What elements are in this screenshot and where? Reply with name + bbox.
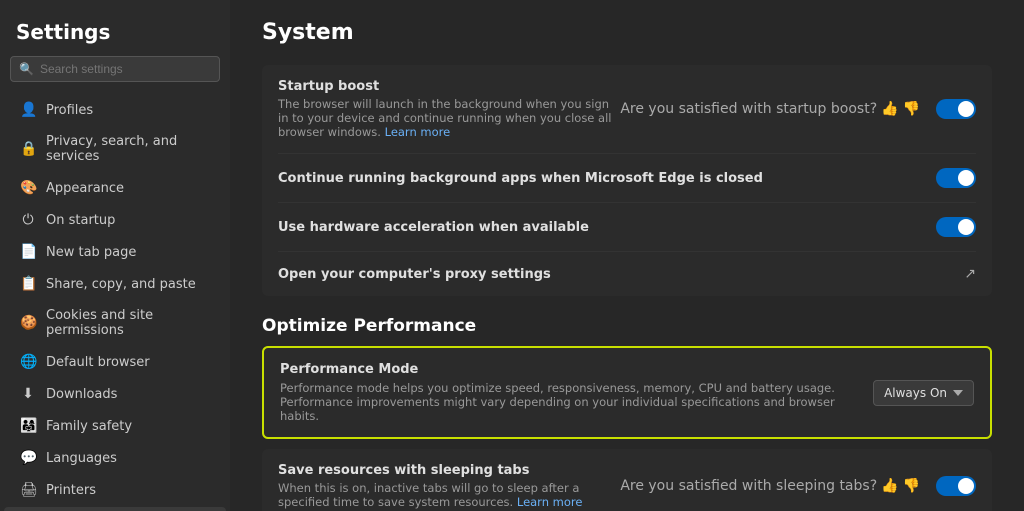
hardware-accel-toggle[interactable] — [936, 217, 976, 237]
sidebar-item-label: Languages — [46, 451, 117, 466]
sidebar-item-label: New tab page — [46, 245, 136, 260]
perf-mode-label: Performance Mode — [280, 362, 853, 377]
startup-boost-content: Startup boost The browser will launch in… — [278, 79, 620, 139]
sleeping-learn-more-link[interactable]: Learn more — [517, 495, 583, 509]
hardware-accel-row: Use hardware acceleration when available — [278, 203, 976, 252]
system-settings-block: Startup boost The browser will launch in… — [262, 65, 992, 296]
sleeping-tabs-label: Save resources with sleeping tabs — [278, 463, 620, 478]
thumbs-down-icon[interactable]: 👎 — [903, 101, 920, 117]
sidebar-item-label: Profiles — [46, 103, 93, 118]
sleeping-thumbs-up-icon[interactable]: 👍 — [881, 478, 898, 494]
hardware-accel-label: Use hardware acceleration when available — [278, 220, 589, 235]
privacy-icon: 🔒 — [20, 141, 36, 157]
startup-boost-row: Startup boost The browser will launch in… — [278, 65, 976, 154]
startup-boost-desc: The browser will launch in the backgroun… — [278, 97, 620, 139]
cookies-icon: 🍪 — [20, 315, 36, 331]
startup-boost-right: Are you satisfied with startup boost? 👍 … — [620, 99, 976, 119]
perf-mode-dropdown[interactable]: Always On — [873, 380, 974, 406]
sleeping-tabs-right: Are you satisfied with sleeping tabs? 👍 … — [620, 476, 976, 496]
page-title: System — [262, 20, 992, 45]
startup-learn-more-link[interactable]: Learn more — [385, 125, 451, 139]
downloads-icon: ⬇ — [20, 386, 36, 402]
sidebar-item-startup[interactable]: ⏻ On startup — [4, 205, 226, 235]
sidebar-item-system[interactable]: ⚙ System — [4, 507, 226, 511]
profiles-icon: 👤 — [20, 102, 36, 118]
sidebar-item-label: Printers — [46, 483, 96, 498]
sidebar-item-label: Appearance — [46, 181, 124, 196]
sleeping-tabs-content: Save resources with sleeping tabs When t… — [278, 463, 620, 509]
sidebar-item-profiles[interactable]: 👤 Profiles — [4, 95, 226, 125]
main-content: System Startup boost The browser will la… — [230, 0, 1024, 511]
sleeping-tabs-block: Save resources with sleeping tabs When t… — [262, 449, 992, 511]
proxy-label: Open your computer's proxy settings — [278, 267, 551, 282]
startup-feedback: Are you satisfied with startup boost? 👍 … — [620, 101, 920, 117]
chevron-down-icon — [953, 388, 963, 398]
sleeping-tabs-toggle[interactable] — [936, 476, 976, 496]
sleeping-feedback: Are you satisfied with sleeping tabs? 👍 … — [620, 478, 920, 494]
sidebar-item-share[interactable]: 📋 Share, copy, and paste — [4, 269, 226, 299]
proxy-row: Open your computer's proxy settings ↗ — [278, 252, 976, 296]
search-input[interactable] — [40, 62, 211, 76]
sidebar-item-label: Share, copy, and paste — [46, 277, 196, 292]
app-title: Settings — [0, 16, 230, 56]
thumbs-up-icon[interactable]: 👍 — [881, 101, 898, 117]
family-icon: 👨‍👩‍👧 — [20, 418, 36, 434]
optimize-section-title: Optimize Performance — [262, 316, 992, 336]
sidebar-item-appearance[interactable]: 🎨 Appearance — [4, 173, 226, 203]
sidebar-item-privacy[interactable]: 🔒 Privacy, search, and services — [4, 127, 226, 171]
sidebar-item-newtab[interactable]: 📄 New tab page — [4, 237, 226, 267]
proxy-right: ↗ — [964, 266, 976, 282]
sidebar-item-languages[interactable]: 💬 Languages — [4, 443, 226, 473]
sidebar-item-cookies[interactable]: 🍪 Cookies and site permissions — [4, 301, 226, 345]
newtab-icon: 📄 — [20, 244, 36, 260]
background-apps-right — [936, 168, 976, 188]
sidebar-item-label: Cookies and site permissions — [46, 308, 210, 338]
startup-icon: ⏻ — [20, 212, 36, 228]
sidebar-item-label: Family safety — [46, 419, 132, 434]
sidebar: Settings 🔍 👤 Profiles 🔒 Privacy, search,… — [0, 0, 230, 511]
sleeping-feedback-text: Are you satisfied with sleeping tabs? — [620, 478, 877, 494]
search-box[interactable]: 🔍 — [10, 56, 220, 82]
startup-boost-label: Startup boost — [278, 79, 620, 94]
sidebar-item-downloads[interactable]: ⬇ Downloads — [4, 379, 226, 409]
sidebar-item-printers[interactable]: 🖨 Printers — [4, 475, 226, 505]
performance-mode-card: Performance Mode Performance mode helps … — [262, 346, 992, 439]
printers-icon: 🖨 — [20, 482, 36, 498]
external-link-icon[interactable]: ↗ — [964, 266, 976, 282]
appearance-icon: 🎨 — [20, 180, 36, 196]
languages-icon: 💬 — [20, 450, 36, 466]
startup-boost-toggle[interactable] — [936, 99, 976, 119]
hardware-accel-right — [936, 217, 976, 237]
perf-mode-text: Performance Mode Performance mode helps … — [280, 362, 853, 423]
sidebar-item-label: On startup — [46, 213, 115, 228]
sidebar-item-label: Privacy, search, and services — [46, 134, 210, 164]
share-icon: 📋 — [20, 276, 36, 292]
perf-mode-desc: Performance mode helps you optimize spee… — [280, 381, 853, 423]
background-apps-row: Continue running background apps when Mi… — [278, 154, 976, 203]
background-apps-label: Continue running background apps when Mi… — [278, 171, 763, 186]
sidebar-item-family[interactable]: 👨‍👩‍👧 Family safety — [4, 411, 226, 441]
startup-feedback-text: Are you satisfied with startup boost? — [620, 101, 877, 117]
sleeping-tabs-row: Save resources with sleeping tabs When t… — [278, 449, 976, 511]
search-icon: 🔍 — [19, 62, 34, 76]
sleeping-tabs-desc: When this is on, inactive tabs will go t… — [278, 481, 620, 509]
perf-mode-dropdown-value: Always On — [884, 386, 947, 400]
sidebar-item-label: Default browser — [46, 355, 150, 370]
background-apps-toggle[interactable] — [936, 168, 976, 188]
sleeping-thumbs-down-icon[interactable]: 👎 — [903, 478, 920, 494]
sidebar-item-browser[interactable]: 🌐 Default browser — [4, 347, 226, 377]
browser-icon: 🌐 — [20, 354, 36, 370]
sidebar-item-label: Downloads — [46, 387, 117, 402]
